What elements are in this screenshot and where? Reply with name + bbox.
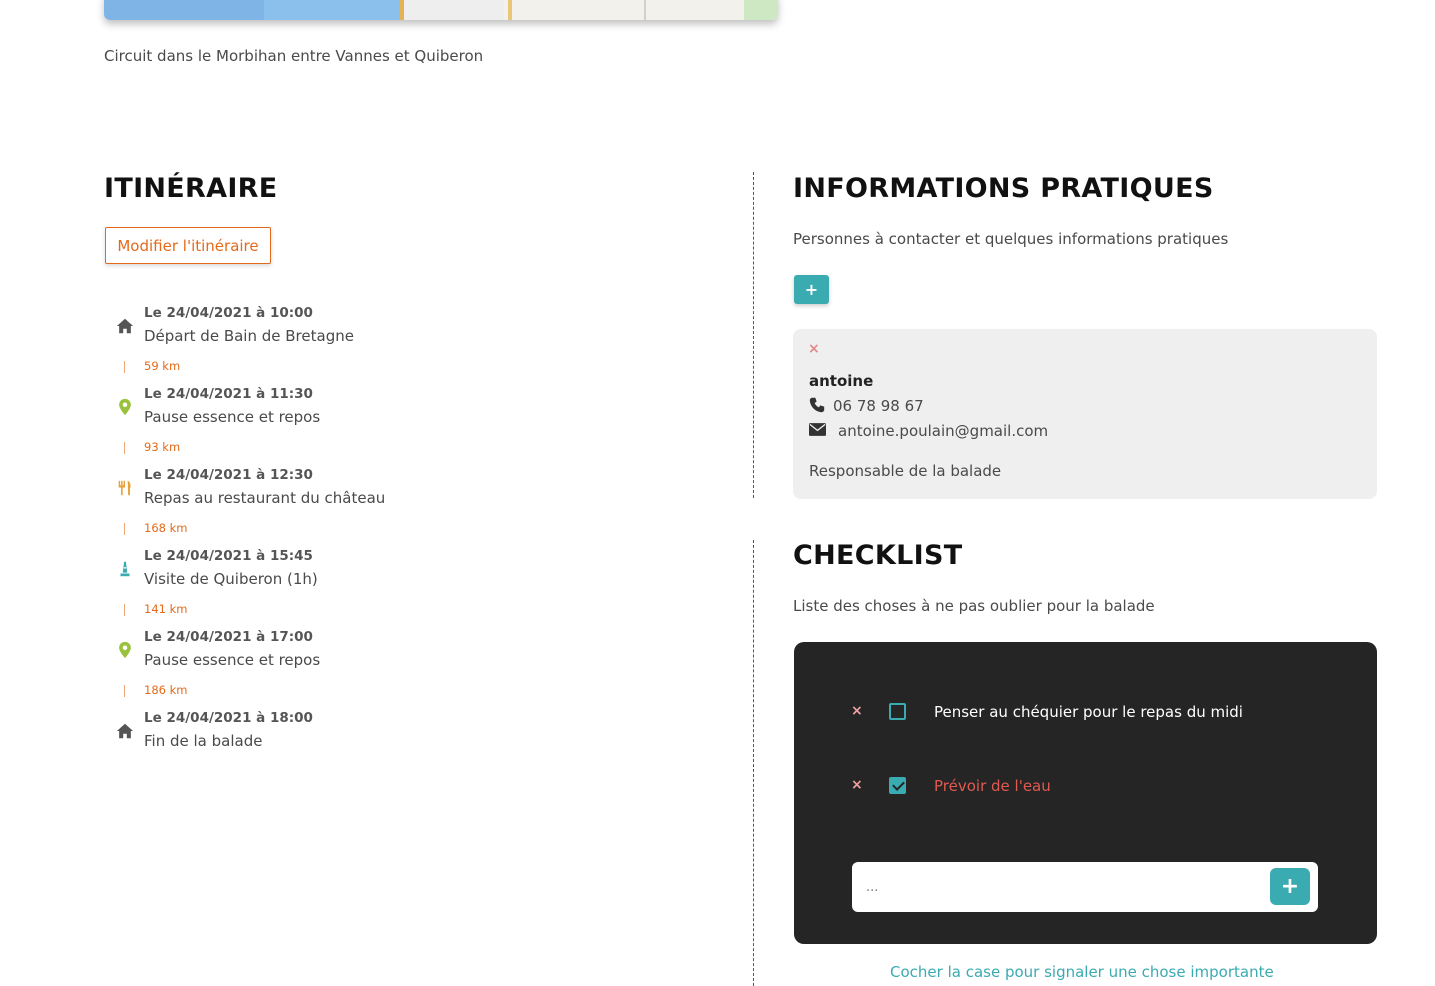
contact-card: × antoine 06 78 98 67 antoine.poulain@gm… — [793, 329, 1377, 499]
step-place: Départ de Bain de Bretagne — [144, 327, 354, 345]
itinerary-steps: Le 24/04/2021 à 10:00 Départ de Bain de … — [104, 305, 724, 756]
map-road — [400, 0, 403, 20]
map-caption: Circuit dans le Morbihan entre Vannes et… — [104, 47, 484, 65]
itinerary-step: Le 24/04/2021 à 17:00 Pause essence et r… — [104, 629, 724, 675]
distance-connector — [124, 523, 125, 535]
item-label: Prévoir de l'eau — [934, 777, 1051, 795]
step-date: Le 24/04/2021 à 11:30 — [144, 386, 313, 402]
utensils-icon — [118, 480, 131, 496]
distance-connector — [124, 442, 125, 454]
map-pin-icon — [119, 641, 131, 659]
itinerary-step: Le 24/04/2021 à 11:30 Pause essence et r… — [104, 386, 724, 432]
checklist-item: × Prévoir de l'eau — [794, 775, 1377, 799]
delete-item-button[interactable]: × — [851, 703, 863, 719]
distance-label: 59 km — [144, 359, 181, 373]
distance-label: 93 km — [144, 440, 181, 454]
step-date: Le 24/04/2021 à 15:45 — [144, 548, 313, 564]
monument-icon — [120, 561, 130, 577]
distance-connector — [124, 685, 125, 697]
phone-icon — [809, 397, 825, 413]
delete-item-button[interactable]: × — [851, 777, 863, 793]
column-divider — [753, 172, 754, 498]
step-place: Visite de Quiberon (1h) — [144, 570, 318, 588]
map-pin-icon — [119, 398, 131, 416]
step-distance: 168 km — [104, 513, 724, 548]
step-distance: 141 km — [104, 594, 724, 629]
distance-connector — [124, 604, 125, 616]
distance-label: 186 km — [144, 683, 188, 697]
checklist-panel: × Penser au chéquier pour le repas du mi… — [794, 642, 1377, 944]
map-road — [508, 0, 512, 20]
checklist-hint: Cocher la case pour signaler une chose i… — [890, 963, 1274, 981]
step-place: Pause essence et repos — [144, 408, 321, 426]
checklist-subtitle: Liste des choses à ne pas oublier pour l… — [793, 597, 1155, 615]
distance-label: 168 km — [144, 521, 188, 535]
itinerary-step: Le 24/04/2021 à 18:00 Fin de la balade — [104, 710, 724, 756]
contact-phone: 06 78 98 67 — [833, 397, 924, 415]
map-water — [264, 0, 404, 20]
map-land — [504, 0, 778, 20]
itinerary-step: Le 24/04/2021 à 12:30 Repas au restauran… — [104, 467, 724, 513]
itinerary-step: Le 24/04/2021 à 10:00 Départ de Bain de … — [104, 305, 724, 351]
step-date: Le 24/04/2021 à 10:00 — [144, 305, 313, 321]
step-date: Le 24/04/2021 à 18:00 — [144, 710, 313, 726]
delete-contact-button[interactable]: × — [808, 341, 820, 357]
item-checkbox[interactable] — [889, 777, 906, 794]
add-contact-button[interactable]: + — [794, 275, 829, 304]
distance-connector — [124, 361, 125, 373]
step-date: Le 24/04/2021 à 12:30 — [144, 467, 313, 483]
map-park — [744, 0, 778, 20]
step-place: Pause essence et repos — [144, 651, 321, 669]
item-checkbox[interactable] — [889, 703, 906, 720]
itinerary-title: ITINÉRAIRE — [104, 173, 278, 204]
step-distance: 59 km — [104, 351, 724, 386]
step-place: Repas au restaurant du château — [144, 489, 386, 507]
contact-name: antoine — [809, 372, 874, 390]
contact-email[interactable]: antoine.poulain@gmail.com — [838, 422, 1048, 440]
itinerary-step: Le 24/04/2021 à 15:45 Visite de Quiberon… — [104, 548, 724, 594]
new-item-form: + — [852, 862, 1318, 912]
step-date: Le 24/04/2021 à 17:00 — [144, 629, 313, 645]
step-distance: 93 km — [104, 432, 724, 467]
home-icon — [116, 318, 134, 334]
checklist-item: × Penser au chéquier pour le repas du mi… — [794, 701, 1377, 725]
modify-itinerary-button[interactable]: Modifier l'itinéraire — [105, 227, 271, 264]
column-divider — [753, 540, 754, 986]
envelope-icon — [809, 423, 826, 436]
distance-label: 141 km — [144, 602, 188, 616]
home-icon — [116, 723, 134, 739]
info-subtitle: Personnes à contacter et quelques inform… — [793, 230, 1229, 248]
item-label: Penser au chéquier pour le repas du midi — [934, 703, 1243, 721]
new-item-input[interactable] — [864, 874, 1248, 900]
info-title: INFORMATIONS PRATIQUES — [793, 173, 1214, 204]
add-item-button[interactable]: + — [1270, 868, 1310, 905]
step-distance: 186 km — [104, 675, 724, 710]
checklist-title: CHECKLIST — [793, 540, 963, 571]
map-preview[interactable] — [104, 0, 778, 20]
contact-role: Responsable de la balade — [809, 462, 1002, 480]
map-road — [644, 0, 646, 20]
step-place: Fin de la balade — [144, 732, 263, 750]
